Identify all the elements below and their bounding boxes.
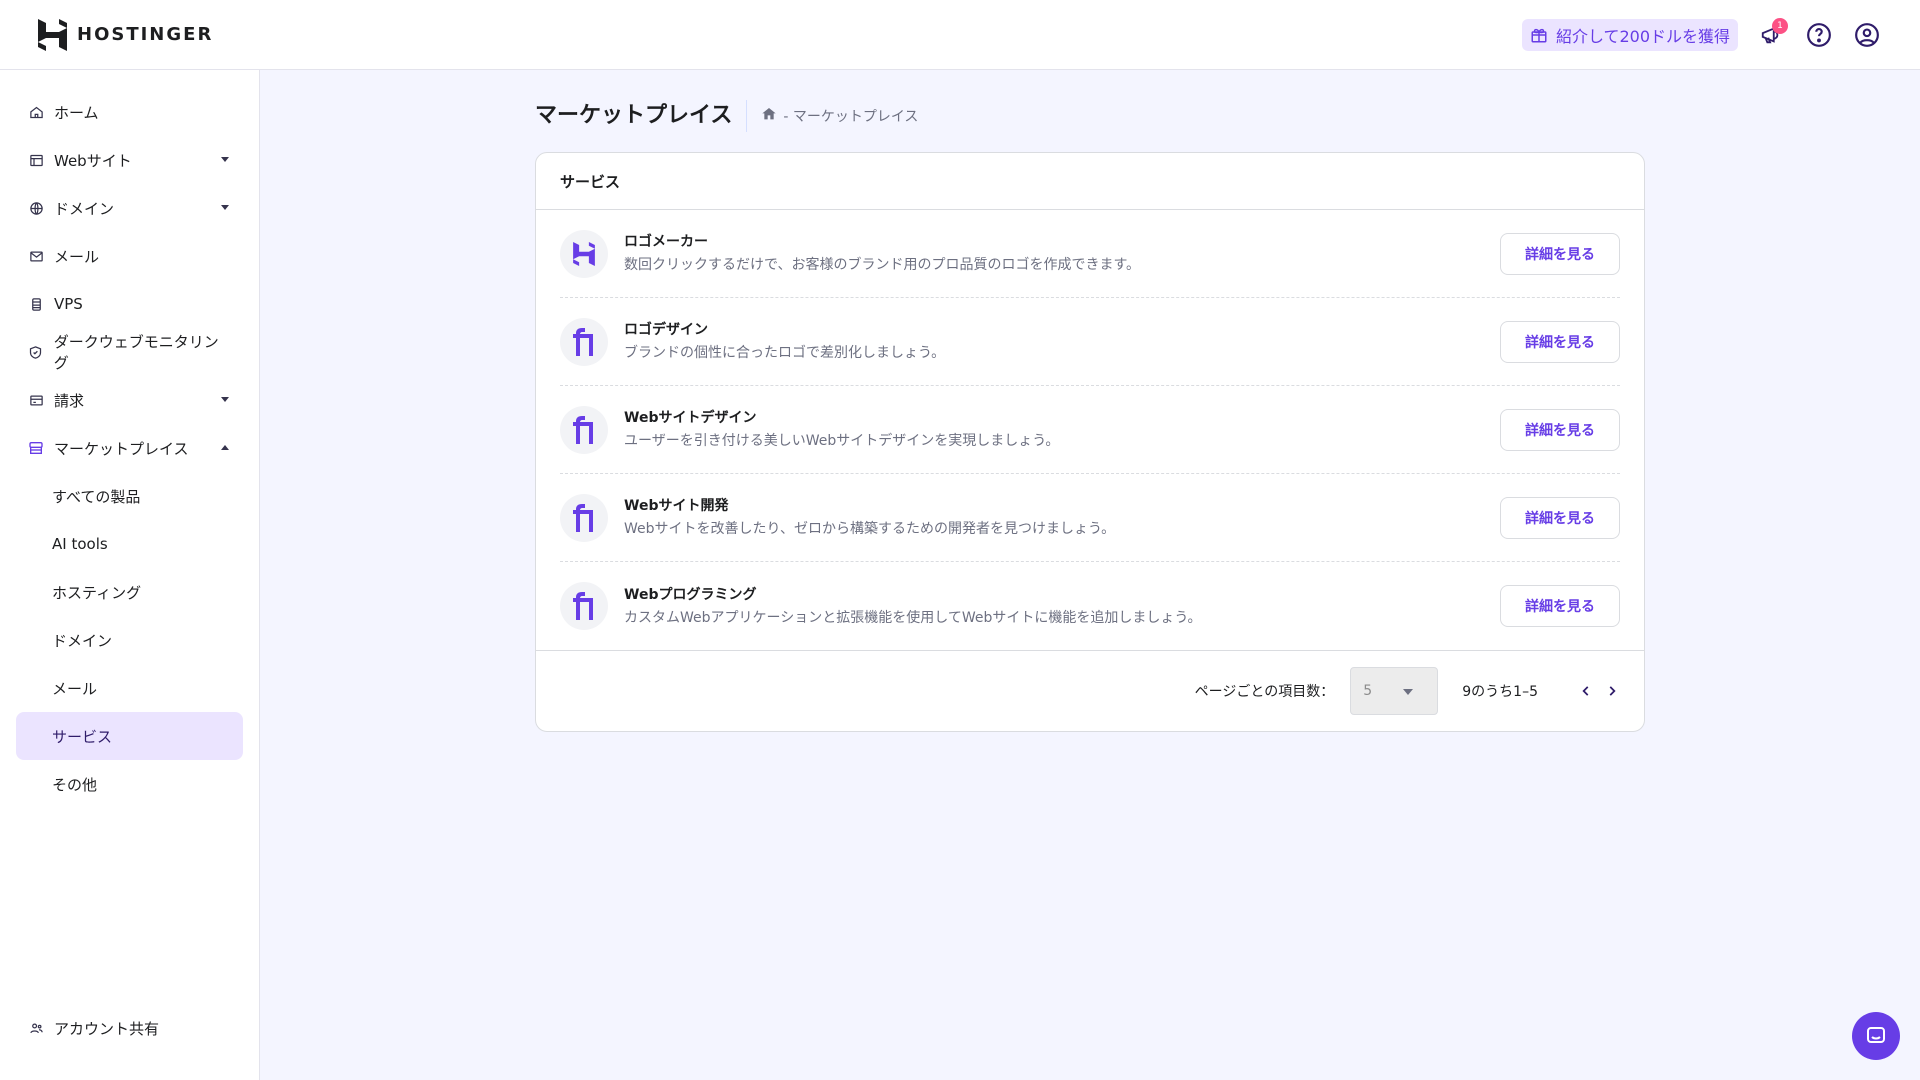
sidebar-subitem-hosting[interactable]: ホスティング: [16, 568, 243, 616]
fiverr-icon: [560, 405, 608, 454]
marketplace-icon: [28, 440, 44, 456]
view-details-button[interactable]: 詳細を見る: [1500, 320, 1620, 363]
sidebar-item-dark-web-monitoring[interactable]: ダークウェブモニタリング: [0, 328, 259, 376]
chat-button[interactable]: [1852, 1012, 1900, 1060]
sidebar-subitem-services[interactable]: サービス: [16, 712, 243, 760]
account-icon: [1855, 22, 1879, 47]
service-description: ブランドの個性に合ったロゴで差別化しましょう。: [624, 345, 946, 361]
sidebar-item-label: Webサイト: [54, 151, 132, 170]
chevron-right-icon: [1609, 686, 1616, 696]
gift-icon: [1531, 28, 1547, 42]
top-bar: HOSTINGER 紹介して200ドルを獲得 1: [0, 0, 1920, 70]
sidebar-item-vps[interactable]: VPS: [0, 280, 259, 328]
list-item: Webサイト開発 Webサイトを改善したり、ゼロから構築するための開発者を見つけ…: [560, 474, 1620, 562]
view-details-button[interactable]: 詳細を見る: [1500, 408, 1620, 451]
services-card: サービス ロゴメーカー 数回クリックするだけで、お客様のブランド用のプロ品質のロ…: [535, 152, 1645, 732]
service-title: ロゴデザイン: [624, 322, 708, 338]
users-icon: [28, 1020, 44, 1036]
sidebar-item-email[interactable]: メール: [0, 232, 259, 280]
billing-icon: [28, 392, 44, 408]
service-title: Webプログラミング: [624, 586, 757, 603]
mail-icon: [28, 248, 44, 264]
sidebar-item-home[interactable]: ホーム: [0, 88, 259, 136]
per-page-label: ページごとの項目数：: [1194, 684, 1335, 700]
main-content: マーケットプレイス - マーケットプレイス サービス ロゴメーカー 数回クリック…: [535, 100, 1645, 732]
sidebar-item-label: 請求: [54, 391, 85, 410]
card-title: サービス: [536, 153, 1644, 210]
account-button[interactable]: [1852, 20, 1882, 50]
service-title: Webサイトデザイン: [624, 410, 757, 426]
view-details-button[interactable]: 詳細を見る: [1500, 585, 1620, 627]
next-page-button[interactable]: [1604, 683, 1620, 699]
announcements-button[interactable]: 1: [1756, 17, 1788, 50]
page-title: マーケットプレイス: [535, 100, 748, 132]
website-icon: [28, 152, 44, 168]
help-icon: [1807, 22, 1831, 47]
service-description: カスタムWebアプリケーションと拡張機能を使用してWebサイトに機能を追加しまし…: [624, 609, 1202, 626]
sidebar-item-domains[interactable]: ドメイン: [0, 184, 259, 232]
chat-icon: [1867, 1027, 1885, 1043]
notification-badge: 1: [1772, 17, 1788, 34]
breadcrumb-current: - マーケットプレイス: [783, 109, 919, 125]
service-description: Webサイトを改善したり、ゼロから構築するための開発者を見つけましょう。: [624, 521, 1116, 537]
service-title: Webサイト開発: [624, 498, 729, 514]
sidebar-item-label: マーケットプレイス: [54, 439, 189, 458]
fiverr-icon: [560, 582, 608, 630]
sidebar-item-websites[interactable]: Webサイト: [0, 136, 259, 184]
sidebar-item-marketplace[interactable]: マーケットプレイス: [0, 424, 259, 472]
sidebar-subitem-email[interactable]: メール: [16, 664, 243, 712]
referral-button[interactable]: 紹介して200ドルを獲得: [1521, 18, 1738, 51]
previous-page-button[interactable]: [1578, 683, 1594, 699]
per-page-select[interactable]: 5: [1350, 667, 1439, 715]
globe-icon: [28, 200, 44, 216]
hostinger-logo-icon: [38, 18, 67, 51]
chevron-down-icon: [1403, 689, 1414, 695]
sidebar-item-label: ホーム: [54, 103, 99, 122]
home-icon: [28, 104, 44, 120]
pagination-bar: ページごとの項目数： 5 9のうち1–5: [536, 650, 1644, 731]
sidebar-subitem-ai-tools[interactable]: AI tools: [16, 520, 243, 568]
chevron-down-icon: [221, 397, 229, 402]
chevron-up-icon: [221, 445, 229, 450]
per-page-value: 5: [1363, 683, 1373, 699]
fiverr-icon: [560, 493, 608, 542]
fiverr-icon: [560, 317, 608, 366]
server-icon: [28, 296, 44, 312]
view-details-button[interactable]: 詳細を見る: [1500, 232, 1620, 275]
sidebar-subitem-all-products[interactable]: すべての製品: [16, 472, 243, 520]
service-title: ロゴメーカー: [624, 234, 708, 250]
shield-icon: [28, 344, 44, 360]
hostinger-logo-icon: [560, 229, 608, 278]
sidebar-item-label: メール: [54, 247, 100, 266]
sidebar-item-label: ダークウェブモニタリング: [53, 333, 219, 372]
sidebar-item-label: VPS: [54, 295, 83, 313]
chevron-left-icon: [1582, 686, 1589, 696]
sidebar: ホーム Webサイト ドメイン メール VPS ダークウェブモニタリング 請求 …: [0, 70, 260, 1080]
referral-label: 紹介して200ドルを獲得: [1555, 26, 1730, 46]
list-item: Webプログラミング カスタムWebアプリケーションと拡張機能を使用してWebサ…: [560, 562, 1620, 650]
breadcrumb: - マーケットプレイス: [747, 106, 918, 126]
sidebar-item-billing[interactable]: 請求: [0, 376, 259, 424]
list-item: ロゴメーカー 数回クリックするだけで、お客様のブランド用のプロ品質のロゴを作成で…: [560, 210, 1620, 298]
brand-name: HOSTINGER: [77, 24, 214, 45]
chevron-down-icon: [221, 157, 229, 162]
list-item: ロゴデザイン ブランドの個性に合ったロゴで差別化しましょう。 詳細を見る: [560, 298, 1620, 386]
view-details-button[interactable]: 詳細を見る: [1500, 496, 1620, 539]
sidebar-item-account-sharing[interactable]: アカウント共有: [0, 1004, 259, 1052]
home-icon[interactable]: [761, 106, 777, 126]
service-description: ユーザーを引き付ける美しいWebサイトデザインを実現しましょう。: [624, 433, 1060, 449]
sidebar-item-label: アカウント共有: [54, 1019, 160, 1038]
help-button[interactable]: [1804, 20, 1834, 50]
brand-logo[interactable]: HOSTINGER: [38, 18, 214, 51]
sidebar-subitem-other[interactable]: その他: [16, 760, 243, 808]
pagination-range: 9のうち1–5: [1462, 684, 1538, 700]
list-item: Webサイトデザイン ユーザーを引き付ける美しいWebサイトデザインを実現しまし…: [560, 386, 1620, 474]
service-description: 数回クリックするだけで、お客様のブランド用のプロ品質のロゴを作成できます。: [624, 257, 1141, 273]
sidebar-item-label: ドメイン: [54, 199, 115, 218]
page-header: マーケットプレイス - マーケットプレイス: [535, 100, 1645, 132]
sidebar-subitem-domains[interactable]: ドメイン: [16, 616, 243, 664]
chevron-down-icon: [221, 205, 229, 210]
